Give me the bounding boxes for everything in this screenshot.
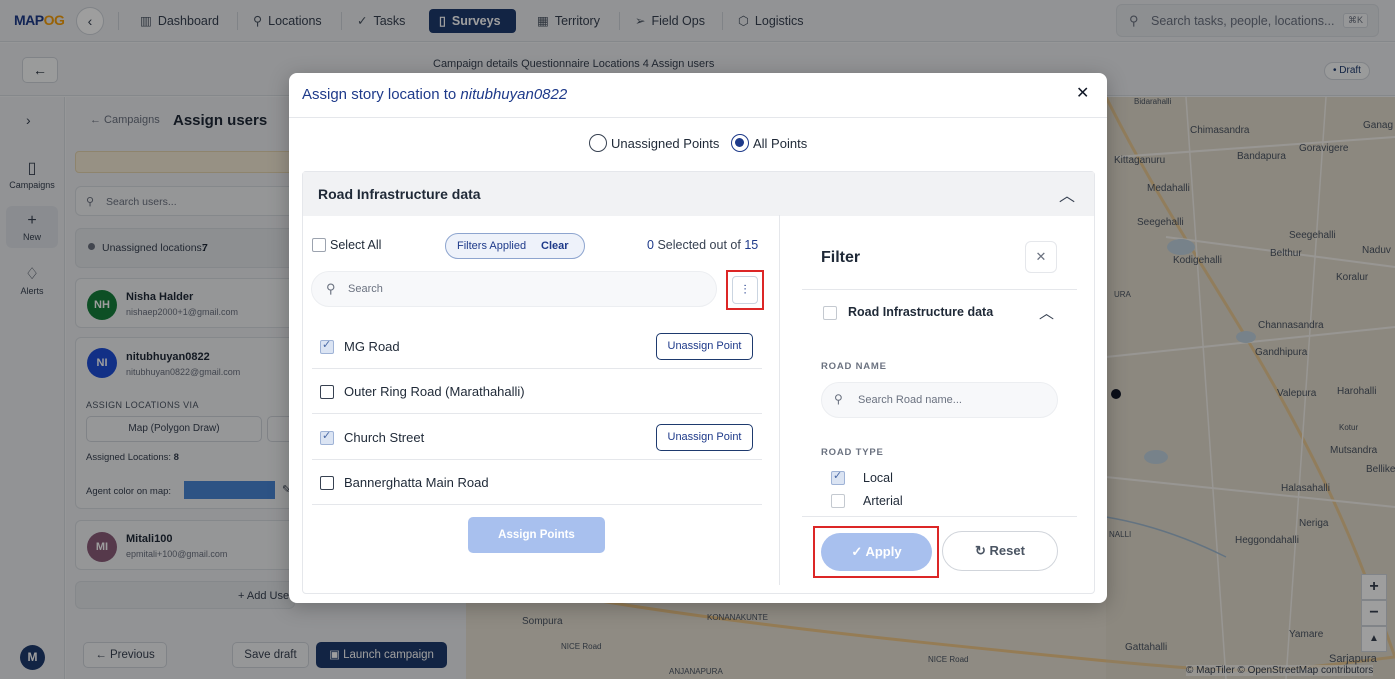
chevron-up-icon[interactable]: ︿ xyxy=(1059,182,1075,206)
row-checkbox[interactable] xyxy=(320,429,334,445)
filter-title: Filter xyxy=(821,249,861,266)
divider xyxy=(289,117,1107,118)
search-icon: ⚲ xyxy=(834,392,843,406)
section-checkbox[interactable] xyxy=(823,306,837,320)
road-type-arterial-checkbox[interactable] xyxy=(831,494,845,508)
row-checkbox[interactable] xyxy=(320,476,334,490)
close-icon[interactable]: ✕ xyxy=(1076,83,1089,103)
road-type-local-checkbox[interactable] xyxy=(831,469,845,485)
divider xyxy=(802,289,1077,290)
unassign-point-button[interactable]: Unassign Point xyxy=(656,333,753,360)
list-item[interactable]: Outer Ring Road (Marathahalli) xyxy=(312,370,762,414)
row-checkbox[interactable] xyxy=(320,338,334,354)
radio-all-points[interactable] xyxy=(731,134,749,152)
select-all-checkbox[interactable] xyxy=(312,238,326,252)
filter-sliders-button[interactable]: ⫶ xyxy=(732,276,758,304)
reset-button[interactable]: ↻ Reset xyxy=(942,531,1058,571)
chevron-up-icon[interactable]: ︿ xyxy=(1039,302,1054,323)
search-icon: ⚲ xyxy=(326,281,336,296)
assign-points-button[interactable]: Assign Points xyxy=(468,517,605,553)
divider xyxy=(779,215,780,585)
apply-button-highlight: ✓ Apply xyxy=(813,526,939,578)
unassign-point-button[interactable]: Unassign Point xyxy=(656,424,753,451)
modal-title: Assign story location to nitubhuyan0822 xyxy=(302,86,568,103)
sliders-icon: ⫶ xyxy=(743,282,747,297)
close-icon[interactable]: ✕ xyxy=(1025,241,1057,273)
clear-filters-button[interactable]: Clear xyxy=(541,240,569,252)
radio-unassigned-points[interactable] xyxy=(589,134,607,152)
accordion-header[interactable]: Road Infrastructure data ︿ xyxy=(303,172,1094,216)
assign-location-modal: Assign story location to nitubhuyan0822 … xyxy=(289,73,1107,603)
filter-button-highlight: ⫶ xyxy=(726,270,764,310)
list-item[interactable]: Church Street Unassign Point xyxy=(312,416,762,460)
list-item[interactable]: Bannerghatta Main Road xyxy=(312,461,762,505)
filters-applied-pill: Filters Applied Clear xyxy=(445,233,585,259)
points-search-input[interactable]: ⚲ Search xyxy=(311,271,717,307)
list-item[interactable]: MG Road Unassign Point xyxy=(312,325,762,369)
road-name-search-input[interactable]: ⚲ Search Road name... xyxy=(821,382,1058,418)
row-checkbox[interactable] xyxy=(320,385,334,399)
selected-count: 0 Selected out of 15 xyxy=(647,238,759,252)
apply-button[interactable]: ✓ Apply xyxy=(821,533,932,571)
divider xyxy=(802,516,1077,517)
